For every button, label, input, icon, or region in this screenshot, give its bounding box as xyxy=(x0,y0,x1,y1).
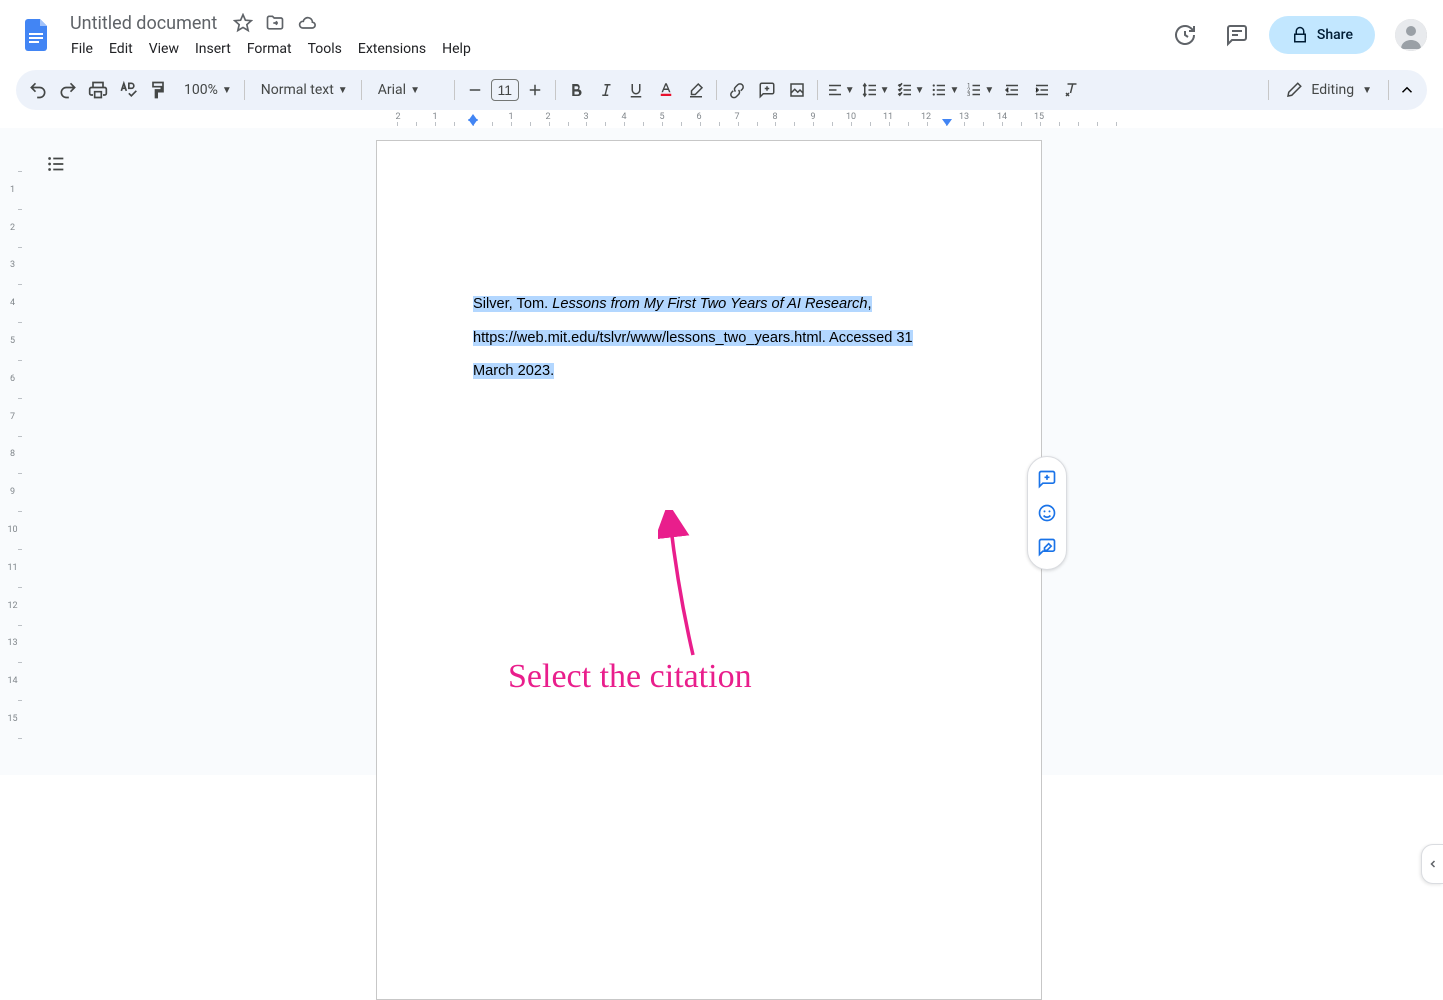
highlight-color-button[interactable] xyxy=(682,76,710,104)
toolbar-separator xyxy=(555,80,556,100)
citation-title: Lessons from My First Two Years of AI Re… xyxy=(552,296,867,312)
share-button[interactable]: Share xyxy=(1269,16,1375,54)
menu-extensions[interactable]: Extensions xyxy=(351,37,433,61)
numbered-list-button[interactable]: 123▼ xyxy=(963,76,996,104)
outline-toggle-button[interactable] xyxy=(40,148,72,180)
checklist-button[interactable]: ▼ xyxy=(894,76,927,104)
redo-button[interactable] xyxy=(54,76,82,104)
clear-formatting-button[interactable] xyxy=(1058,76,1086,104)
title-area: Untitled document File Edit View Insert … xyxy=(64,9,1165,61)
add-comment-icon[interactable] xyxy=(1031,463,1063,495)
horizontal-ruler[interactable]: 21123456789101112131415 xyxy=(0,112,1443,128)
menu-tools[interactable]: Tools xyxy=(301,37,349,61)
collapse-toolbar-button[interactable] xyxy=(1395,78,1419,102)
zoom-dropdown[interactable]: 100%▼ xyxy=(174,76,238,104)
chevron-down-icon: ▼ xyxy=(338,85,348,96)
document-page[interactable]: Silver, Tom. Lessons from My First Two Y… xyxy=(376,140,1042,1000)
toolbar-separator xyxy=(716,80,717,100)
toolbar: 100%▼ Normal text▼ Arial▼ ▼ ▼ ▼ ▼ 123▼ E… xyxy=(16,70,1427,110)
share-label: Share xyxy=(1317,27,1353,43)
move-icon[interactable] xyxy=(263,11,287,35)
chevron-down-icon: ▼ xyxy=(984,85,994,96)
chevron-down-icon: ▼ xyxy=(222,85,232,96)
undo-button[interactable] xyxy=(24,76,52,104)
citation-author: Silver, Tom. xyxy=(473,296,552,312)
history-icon[interactable] xyxy=(1165,15,1205,55)
app-header: Untitled document File Edit View Insert … xyxy=(0,0,1443,64)
toolbar-separator xyxy=(361,80,362,100)
underline-button[interactable] xyxy=(622,76,650,104)
toolbar-separator xyxy=(1388,80,1389,100)
svg-text:3: 3 xyxy=(968,92,971,98)
menu-help[interactable]: Help xyxy=(435,37,478,61)
align-button[interactable]: ▼ xyxy=(824,76,857,104)
decrease-font-size-button[interactable] xyxy=(461,76,489,104)
spellcheck-button[interactable] xyxy=(114,76,142,104)
chevron-down-icon: ▼ xyxy=(1362,85,1372,96)
comments-icon[interactable] xyxy=(1217,15,1257,55)
document-canvas: 123456789101112131415 Silver, Tom. Lesso… xyxy=(0,128,1443,775)
increase-indent-button[interactable] xyxy=(1028,76,1056,104)
chevron-down-icon: ▼ xyxy=(880,85,890,96)
menu-insert[interactable]: Insert xyxy=(188,37,238,61)
toolbar-separator xyxy=(817,80,818,100)
emoji-reaction-icon[interactable] xyxy=(1031,497,1063,529)
italic-button[interactable] xyxy=(592,76,620,104)
menu-file[interactable]: File xyxy=(64,37,100,61)
text-color-button[interactable] xyxy=(652,76,680,104)
star-icon[interactable] xyxy=(231,11,255,35)
docs-logo-icon[interactable] xyxy=(16,15,56,55)
menu-bar: File Edit View Insert Format Tools Exten… xyxy=(64,37,1165,61)
chevron-down-icon: ▼ xyxy=(410,85,420,96)
paint-format-button[interactable] xyxy=(144,76,172,104)
insert-image-button[interactable] xyxy=(783,76,811,104)
paragraph-style-dropdown[interactable]: Normal text▼ xyxy=(251,76,355,104)
font-dropdown[interactable]: Arial▼ xyxy=(368,76,448,104)
document-body-text[interactable]: Silver, Tom. Lessons from My First Two Y… xyxy=(473,288,923,389)
chevron-down-icon: ▼ xyxy=(915,85,925,96)
vertical-ruler[interactable]: 123456789101112131415 xyxy=(0,140,25,775)
document-title[interactable]: Untitled document xyxy=(64,11,223,36)
selection-toolbar xyxy=(1027,456,1067,570)
menu-format[interactable]: Format xyxy=(240,37,299,61)
decrease-indent-button[interactable] xyxy=(998,76,1026,104)
toolbar-separator xyxy=(244,80,245,100)
cloud-status-icon[interactable] xyxy=(295,11,319,35)
insert-link-button[interactable] xyxy=(723,76,751,104)
increase-font-size-button[interactable] xyxy=(521,76,549,104)
line-spacing-button[interactable]: ▼ xyxy=(859,76,892,104)
add-comment-button[interactable] xyxy=(753,76,781,104)
bulleted-list-button[interactable]: ▼ xyxy=(928,76,961,104)
suggest-edits-icon[interactable] xyxy=(1031,531,1063,563)
chevron-down-icon: ▼ xyxy=(949,85,959,96)
print-button[interactable] xyxy=(84,76,112,104)
user-avatar[interactable] xyxy=(1395,19,1427,51)
side-panel-toggle[interactable] xyxy=(1421,844,1443,884)
toolbar-separator xyxy=(454,80,455,100)
menu-edit[interactable]: Edit xyxy=(102,37,140,61)
menu-view[interactable]: View xyxy=(142,37,186,61)
mode-dropdown[interactable]: Editing ▼ xyxy=(1275,76,1382,104)
toolbar-separator xyxy=(1268,80,1269,100)
font-size-input[interactable] xyxy=(491,79,519,101)
bold-button[interactable] xyxy=(562,76,590,104)
chevron-down-icon: ▼ xyxy=(845,85,855,96)
